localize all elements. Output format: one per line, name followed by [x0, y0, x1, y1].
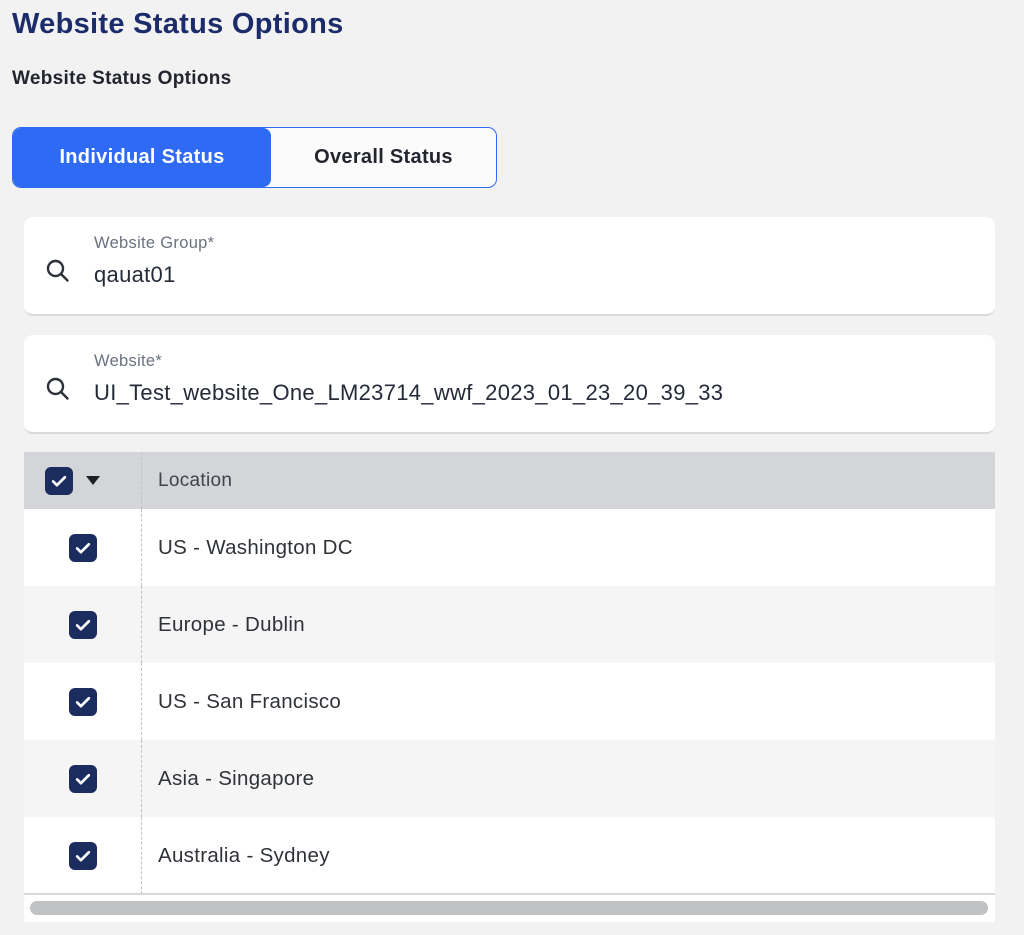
checkmark-icon — [75, 542, 90, 553]
row-checkbox-cell — [24, 740, 141, 817]
select-all-checkbox[interactable] — [45, 466, 73, 495]
location-cell: Asia - Singapore — [141, 740, 995, 817]
location-label: Australia - Sydney — [158, 843, 330, 867]
row-checkbox-cell — [24, 509, 141, 586]
website-group-label: Website Group* — [94, 234, 215, 252]
checkmark-icon — [75, 850, 90, 861]
horizontal-scrollbar-track — [24, 895, 995, 922]
tab-overall-status[interactable]: Overall Status — [271, 128, 496, 187]
row-checkbox-cell — [24, 663, 141, 740]
website-value: UI_Test_website_One_LM23714_wwf_2023_01_… — [94, 380, 724, 405]
table-row: Australia - Sydney — [24, 817, 995, 894]
website-label: Website* — [94, 352, 163, 370]
location-label: Europe - Dublin — [158, 612, 305, 636]
checkmark-icon — [75, 773, 90, 784]
row-checkbox-cell — [24, 817, 141, 894]
row-checkbox[interactable] — [68, 533, 97, 562]
row-checkbox[interactable] — [68, 841, 97, 870]
page-subtitle: Website Status Options — [12, 68, 232, 89]
checkmark-icon — [51, 475, 67, 486]
status-tab-group: Individual Status Overall Status — [12, 127, 497, 188]
website-status-options-page: Website Status Options Website Status Op… — [0, 0, 1024, 935]
location-header-cell: Location — [141, 452, 995, 509]
website-group-field[interactable]: Website Group* qauat01 — [24, 217, 995, 316]
table-row: US - Washington DC — [24, 509, 995, 586]
location-label: Asia - Singapore — [158, 766, 315, 790]
horizontal-scrollbar-thumb[interactable] — [30, 901, 988, 915]
search-icon — [46, 259, 69, 282]
location-cell: Europe - Dublin — [141, 586, 995, 663]
tab-overall-status-label: Overall Status — [314, 146, 453, 168]
row-checkbox[interactable] — [68, 687, 97, 716]
page-title: Website Status Options — [12, 8, 344, 40]
tab-individual-status-label: Individual Status — [59, 146, 225, 168]
location-cell: US - San Francisco — [141, 663, 995, 740]
location-label: US - Washington DC — [158, 535, 353, 559]
select-all-cell — [24, 452, 141, 509]
locations-table-header: Location — [24, 452, 995, 509]
location-cell: US - Washington DC — [141, 509, 995, 586]
table-row: US - San Francisco — [24, 663, 995, 740]
location-label: US - San Francisco — [158, 689, 342, 713]
locations-table: Location US - Washington DC Europe - Dub… — [24, 452, 995, 894]
location-column-header: Location — [158, 469, 233, 491]
checkmark-icon — [75, 696, 90, 707]
row-checkbox[interactable] — [68, 764, 97, 793]
website-group-value: qauat01 — [94, 262, 176, 287]
location-cell: Australia - Sydney — [141, 817, 995, 894]
select-all-caret-icon[interactable] — [86, 476, 100, 485]
row-checkbox-cell — [24, 586, 141, 663]
checkmark-icon — [75, 619, 90, 630]
table-row: Asia - Singapore — [24, 740, 995, 817]
search-icon — [46, 377, 69, 400]
table-row: Europe - Dublin — [24, 586, 995, 663]
tab-individual-status[interactable]: Individual Status — [13, 128, 271, 187]
website-field[interactable]: Website* UI_Test_website_One_LM23714_wwf… — [24, 335, 995, 434]
row-checkbox[interactable] — [68, 610, 97, 639]
